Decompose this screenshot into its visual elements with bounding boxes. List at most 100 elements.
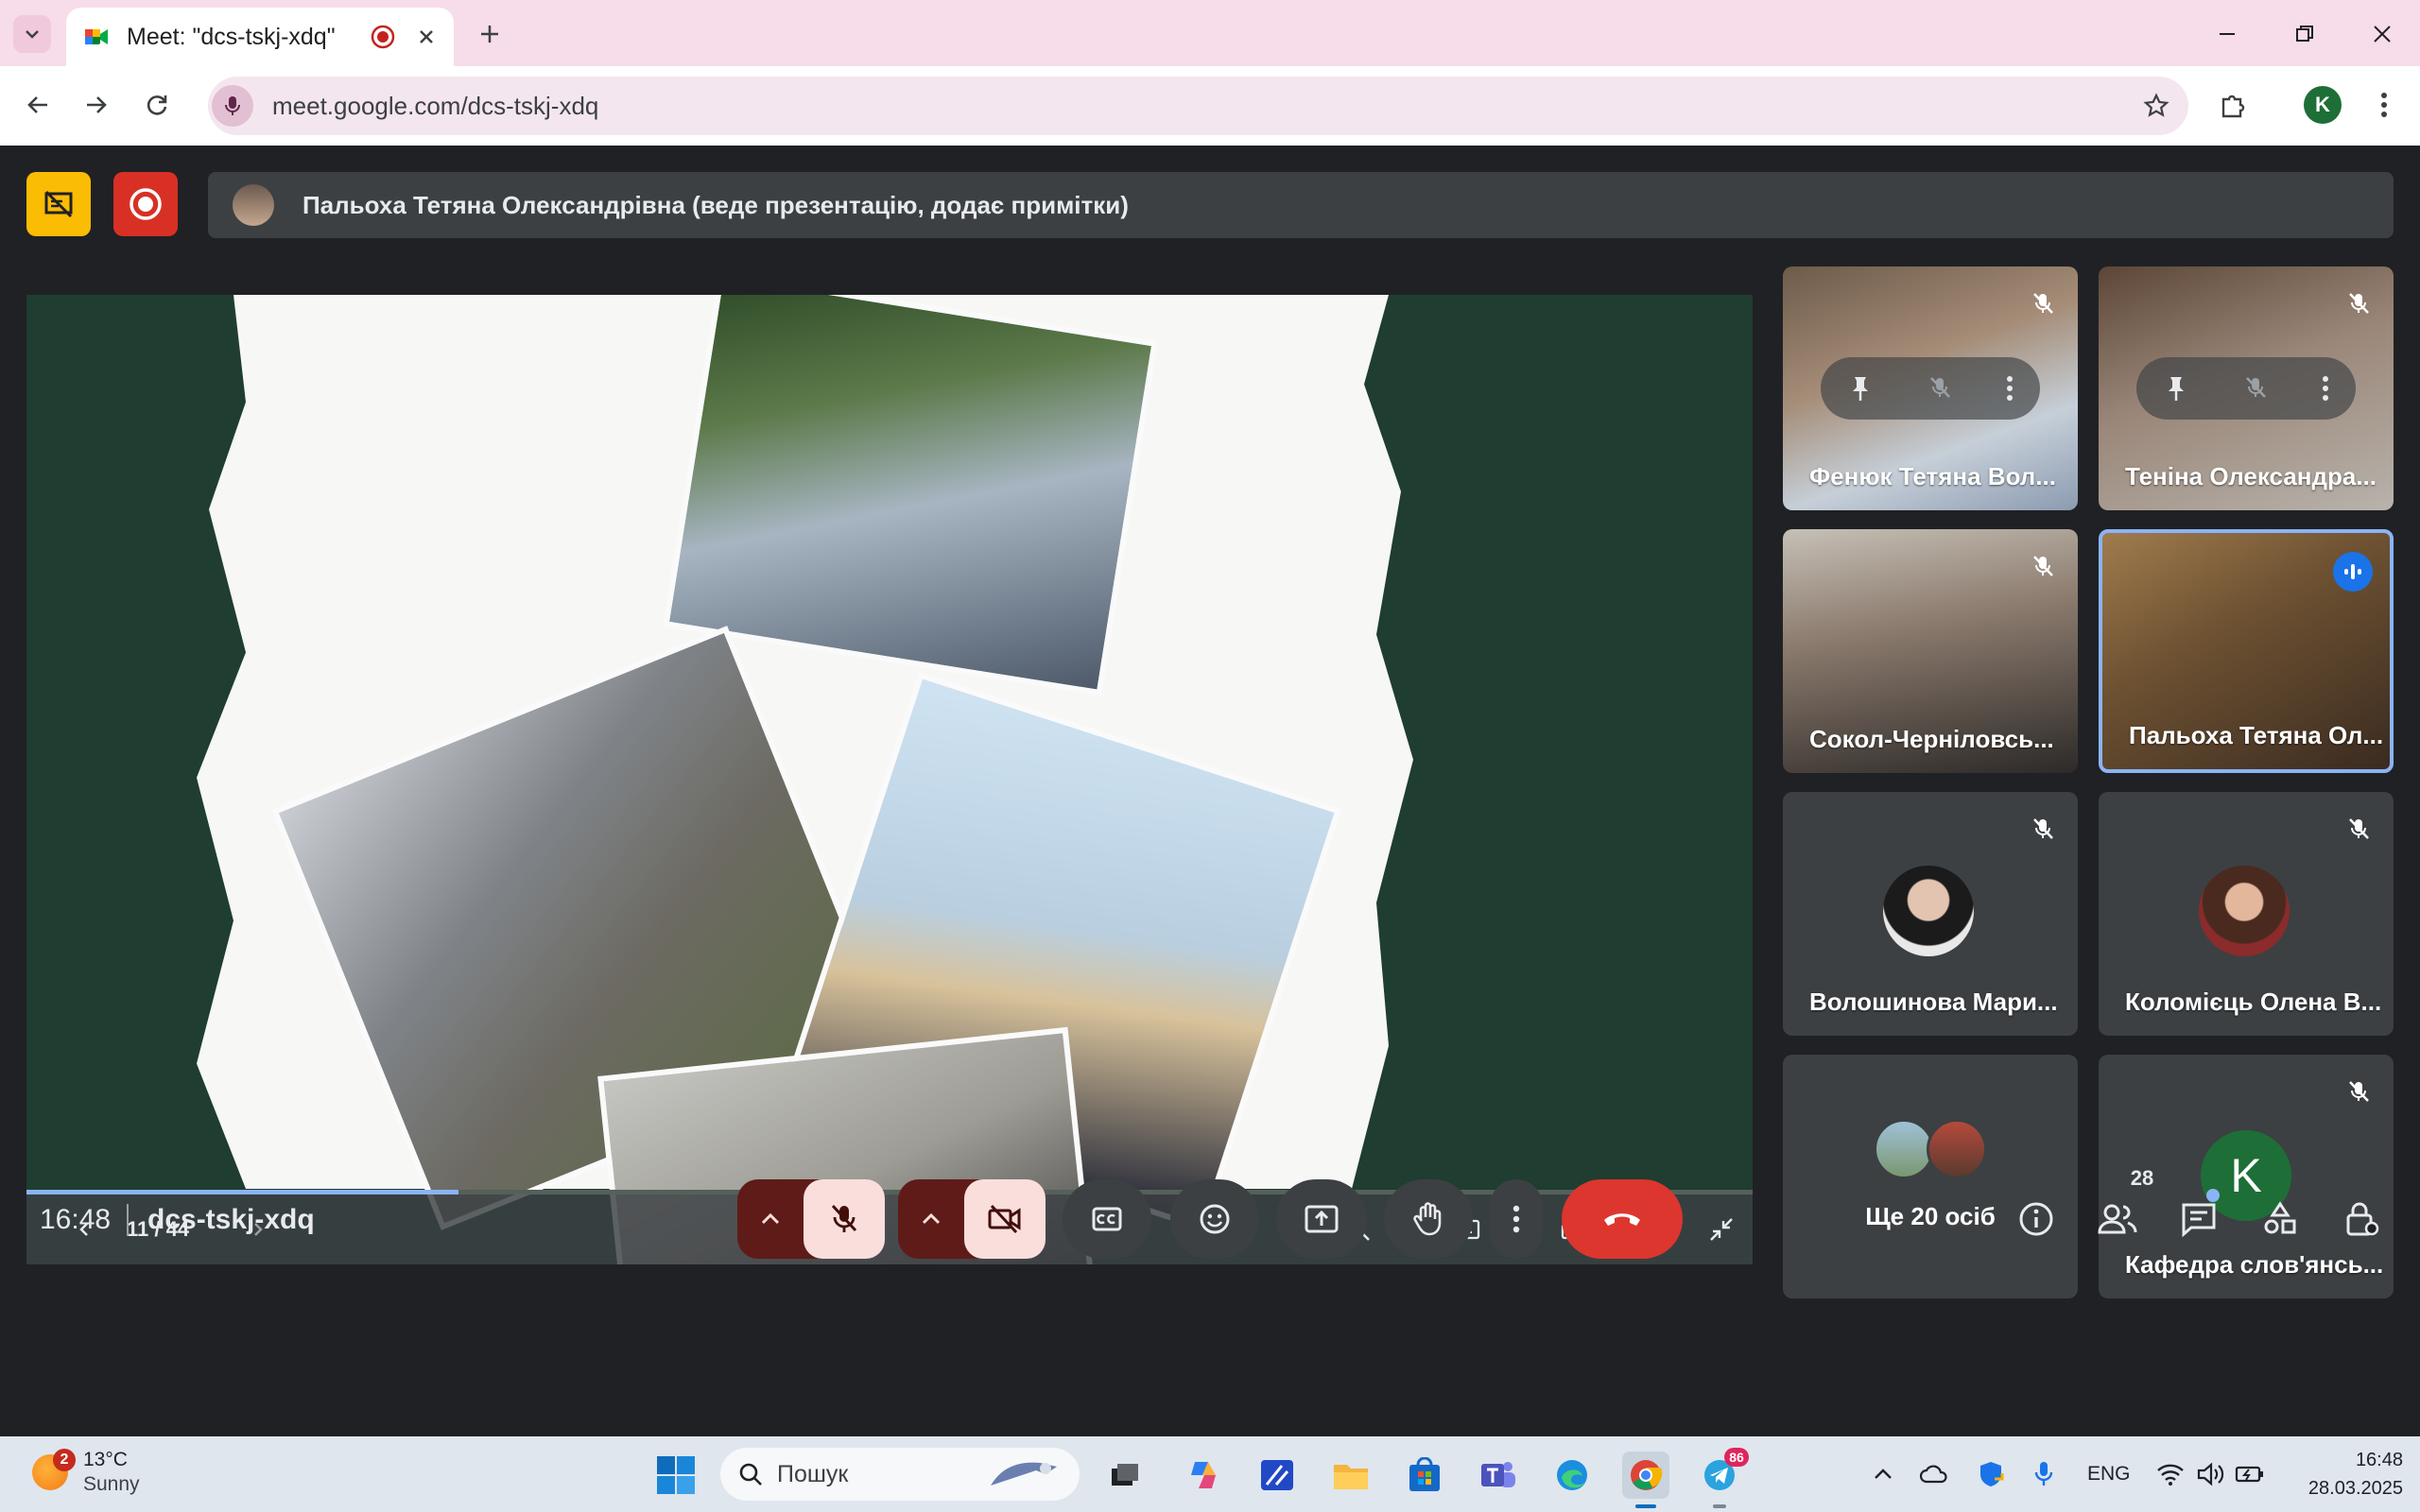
more-options-button[interactable] — [1490, 1179, 1543, 1259]
present-to-all-icon — [1305, 1205, 1339, 1233]
meeting-details-button[interactable] — [2010, 1193, 2063, 1246]
math-app[interactable] — [1253, 1452, 1301, 1499]
bookmark-button[interactable] — [2137, 87, 2175, 125]
participant-tile[interactable]: Волошинова Мари... — [1783, 792, 2078, 1036]
teams-app[interactable] — [1475, 1452, 1522, 1499]
back-button[interactable] — [19, 86, 57, 124]
windows-start-icon[interactable] — [656, 1455, 696, 1495]
pin-icon[interactable] — [1847, 374, 1874, 403]
microphone-icon — [225, 96, 240, 115]
tab-search-button[interactable] — [13, 15, 51, 53]
present-now-button[interactable] — [1276, 1179, 1367, 1259]
restore-button[interactable] — [2288, 17, 2322, 51]
more-vert-icon[interactable] — [2322, 374, 2329, 403]
more-vert-icon — [1512, 1205, 1520, 1233]
close-tab-icon[interactable] — [416, 26, 437, 47]
folder-icon — [1334, 1465, 1368, 1489]
security-tray[interactable] — [1976, 1459, 2006, 1489]
microphone-control-group — [737, 1179, 885, 1259]
mute-participant-icon[interactable] — [2243, 375, 2268, 402]
microphone-tray[interactable] — [2029, 1459, 2059, 1489]
edge-app[interactable] — [1548, 1452, 1596, 1499]
participant-tile[interactable]: Фенюк Тетяна Вол... — [1783, 266, 2078, 510]
clock-tray[interactable]: 16:48 28.03.2025 — [2308, 1446, 2403, 1503]
taskbar-search[interactable]: Пошук — [720, 1448, 1080, 1501]
raise-hand-button[interactable] — [1384, 1179, 1473, 1259]
presenter-banner: Пальоха Тетяна Олександрівна (веде презе… — [208, 172, 2394, 238]
more-vert-icon[interactable] — [2006, 374, 2014, 403]
lock-person-icon — [2346, 1202, 2379, 1236]
address-bar[interactable]: meet.google.com/dcs-tskj-xdq — [208, 77, 2188, 135]
file-explorer-app[interactable] — [1327, 1452, 1374, 1499]
extensions-button[interactable] — [2214, 86, 2252, 124]
sun-icon: 2 — [32, 1449, 76, 1490]
wifi-tray[interactable] — [2155, 1459, 2186, 1489]
call-end-icon — [1604, 1213, 1640, 1226]
task-view-app[interactable] — [1100, 1452, 1148, 1499]
search-highlight-icon — [991, 1462, 1057, 1486]
record-icon — [130, 188, 162, 220]
forward-button[interactable] — [78, 86, 115, 124]
camera-toggle-button[interactable] — [964, 1179, 1046, 1259]
video-settings-button[interactable] — [898, 1179, 964, 1259]
reload-button[interactable] — [138, 86, 176, 124]
chevron-up-icon — [922, 1212, 941, 1225]
minimize-button[interactable] — [2210, 17, 2244, 51]
more-participants-tile[interactable]: Ще 20 осіб — [1783, 1055, 2078, 1298]
profile-avatar[interactable]: K — [2304, 86, 2342, 124]
captions-button[interactable] — [1063, 1179, 1151, 1259]
telegram-app[interactable]: 86 — [1696, 1448, 1749, 1508]
chrome-app[interactable] — [1622, 1452, 1669, 1508]
onedrive-tray[interactable] — [1919, 1459, 1949, 1489]
battery-tray[interactable] — [2235, 1459, 2265, 1489]
leave-call-button[interactable] — [1562, 1179, 1683, 1259]
browser-tab-meet[interactable]: Meet: "dcs-tskj-xdq" — [66, 8, 454, 66]
participant-name: Волошинова Мари... — [1809, 988, 2058, 1016]
weather-widget[interactable]: 2 13°C Sunny — [32, 1448, 140, 1497]
show-hidden-icons-button[interactable] — [1868, 1459, 1898, 1489]
exit-fullscreen-button[interactable] — [1703, 1211, 1739, 1247]
speaking-indicator-icon — [2333, 552, 2373, 592]
telegram-badge: 86 — [1724, 1448, 1749, 1467]
volume-tray[interactable] — [2195, 1459, 2225, 1489]
host-controls-button[interactable] — [2335, 1193, 2388, 1246]
emoji-icon — [1200, 1204, 1230, 1234]
participant-name: Кафедра слов'янсь... — [2125, 1250, 2384, 1279]
people-button[interactable] — [2091, 1193, 2144, 1246]
divider — [127, 1204, 129, 1236]
pin-icon[interactable] — [2163, 374, 2189, 403]
stop-presenting-button[interactable] — [26, 172, 91, 236]
chrome-icon — [1631, 1460, 1663, 1490]
math-icon — [1261, 1460, 1293, 1490]
arrow-right-icon — [87, 96, 107, 113]
shield-icon — [1980, 1462, 2004, 1486]
reactions-button[interactable] — [1170, 1179, 1259, 1259]
activities-button[interactable] — [2254, 1193, 2307, 1246]
new-tab-button[interactable] — [473, 17, 507, 51]
chat-button[interactable] — [2172, 1193, 2225, 1246]
microphone-toggle-button[interactable] — [804, 1179, 885, 1259]
microsoft-store-app[interactable] — [1401, 1452, 1448, 1499]
browser-toolbar: meet.google.com/dcs-tskj-xdq K — [0, 66, 2420, 146]
audio-settings-button[interactable] — [737, 1179, 804, 1259]
copilot-icon — [1191, 1462, 1216, 1488]
participant-name: Теніна Олександра... — [2125, 462, 2377, 490]
google-meet-icon — [85, 29, 108, 44]
participant-name: Фенюк Тетяна Вол... — [1809, 462, 2056, 490]
mute-participant-icon[interactable] — [1927, 375, 1952, 402]
people-count-badge: 28 — [2114, 1162, 2170, 1194]
participant-tile[interactable]: Коломієць Олена В... — [2099, 792, 2394, 1036]
close-window-button[interactable] — [2365, 17, 2399, 51]
presentation-stage[interactable]: 11 / 44 — [26, 295, 1753, 1264]
copilot-app[interactable] — [1180, 1452, 1227, 1499]
participant-tile-speaking[interactable]: Пальоха Тетяна Ол... — [2099, 529, 2394, 773]
participant-tile[interactable]: Теніна Олександра... — [2099, 266, 2394, 510]
browser-menu-button[interactable] — [2365, 86, 2403, 124]
participant-tile[interactable]: Сокол-Черніловсь... — [1783, 529, 2078, 773]
recording-button[interactable] — [113, 172, 178, 236]
mic-off-icon — [2342, 1075, 2375, 1108]
site-permissions-button[interactable] — [212, 85, 253, 127]
minimize-icon — [2220, 33, 2235, 35]
participant-avatar — [1883, 866, 1974, 956]
input-language[interactable]: ENG — [2087, 1463, 2131, 1486]
